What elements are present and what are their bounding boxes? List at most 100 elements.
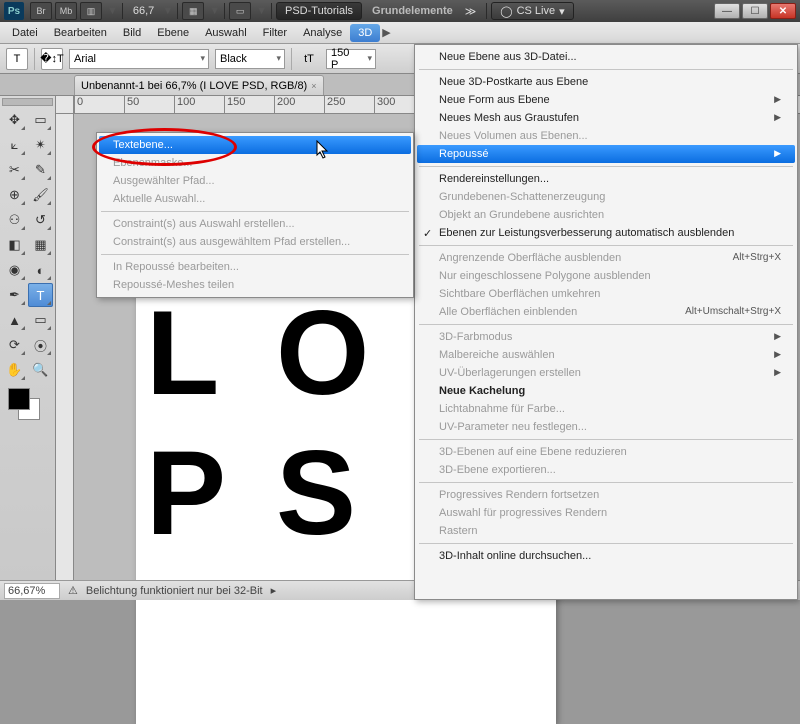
submenu-arrow-icon: ▶ [774,112,781,124]
menu-item[interactable]: Neue 3D-Postkarte aus Ebene [417,73,795,91]
shape-tool[interactable]: ▭ [28,308,53,332]
submenu-item[interactable]: Textebene... [99,136,411,154]
font-family-select[interactable]: Arial [69,49,209,69]
ruler-vertical[interactable] [56,114,74,580]
view-icon[interactable]: ▦ [182,2,204,20]
pen-tool[interactable]: ✒ [2,283,27,307]
submenu-arrow-icon: ▶ [774,331,781,343]
menu-bearbeiten[interactable]: Bearbeiten [46,24,115,42]
window-minimize[interactable]: — [714,3,740,19]
type-tool-icon[interactable]: T [6,48,28,70]
ruler-origin[interactable] [56,96,74,114]
menu-item[interactable]: ✓Ebenen zur Leistungsverbesserung automa… [417,224,795,242]
submenu-item: Constraint(s) aus ausgewähltem Pfad erst… [99,233,411,251]
workspace-label[interactable]: Grundelemente [372,5,453,17]
gradient-tool[interactable]: ▦ [28,233,53,257]
arrange-icon[interactable]: ▭ [229,2,251,20]
menu-bild[interactable]: Bild [115,24,149,42]
foreground-color[interactable] [8,388,30,410]
menu-item: Malbereiche auswählen▶ [417,346,795,364]
submenu-arrow-icon: ▶ [774,148,781,160]
menu-overflow-icon[interactable]: ▶ [382,26,390,39]
menu-item: Nur eingeschlossene Polygone ausblenden [417,267,795,285]
cs-live-button[interactable]: ◯CS Live▾ [491,2,573,20]
menu-item: Grundebenen-Schattenerzeugung [417,188,795,206]
toolbox-grip[interactable] [2,98,53,106]
menu-item[interactable]: Repoussé▶ [417,145,795,163]
more-icon[interactable]: ≫ [465,5,477,18]
menu-analyse[interactable]: Analyse [295,24,350,42]
menu-item: Objekt an Grundebene ausrichten [417,206,795,224]
healing-tool[interactable]: ⊕ [2,183,27,207]
chevron-down-icon[interactable]: ▼ [162,5,173,17]
submenu-item: Ebenenmaske... [99,154,411,172]
status-zoom[interactable]: 66,67% [4,583,60,599]
font-size-field[interactable]: 150 P [326,49,376,69]
workspace-button[interactable]: PSD-Tutorials [276,2,362,20]
dodge-tool[interactable]: ◐ [28,258,53,282]
orientation-icon[interactable]: �↕T [41,48,63,70]
eraser-tool[interactable]: ◧ [2,233,27,257]
menu-item: Neues Volumen aus Ebenen... [417,127,795,145]
title-zoom[interactable]: 66,7 [133,5,154,17]
move-tool[interactable]: ✥ [2,108,27,132]
repousse-submenu: Textebene...Ebenenmaske...Ausgewählter P… [96,132,414,298]
canvas-letter: O [276,284,369,422]
font-weight-select[interactable]: Black [215,49,285,69]
menu-bar: Datei Bearbeiten Bild Ebene Auswahl Filt… [0,22,800,44]
menu-item: UV-Überlagerungen erstellen▶ [417,364,795,382]
warning-icon: ⚠ [68,584,78,597]
hand-tool[interactable]: ✋ [2,358,27,382]
blur-tool[interactable]: ◉ [2,258,27,282]
menu-item: Alle Oberflächen einblendenAlt+Umschalt+… [417,303,795,321]
marquee-tool[interactable]: ▭ [28,108,53,132]
chevron-down-icon[interactable]: ▼ [256,5,267,17]
zoom-tool[interactable]: 🔍 [28,358,53,382]
3d-tool[interactable]: ⟳ [2,333,27,357]
screen-mode-icon[interactable]: ▥ [80,2,102,20]
menu-item: 3D-Ebenen auf eine Ebene reduzieren [417,443,795,461]
color-swatches[interactable] [2,386,53,426]
eyedropper-tool[interactable]: ✎ [28,158,53,182]
menu-3d[interactable]: 3D [350,24,380,42]
title-bar: Ps Br Mb ▥ ▼ 66,7 ▼ ▦ ▼ ▭ ▼ PSD-Tutorial… [0,0,800,22]
history-brush-tool[interactable]: ↺ [28,208,53,232]
3d-camera-tool[interactable]: ⦿ [28,333,53,357]
toolbox: ✥ ▭ ⟀ ✴ ✂ ✎ ⊕ 🖌 ⚇ ↺ ◧ ▦ ◉ ◐ ✒ T ▲ ▭ ⟳ ⦿ … [0,96,56,580]
close-tab-icon[interactable]: × [311,81,316,91]
submenu-arrow-icon: ▶ [774,94,781,106]
chevron-down-icon[interactable]: ▼ [209,5,220,17]
menu-item[interactable]: Rendereinstellungen... [417,170,795,188]
menu-datei[interactable]: Datei [4,24,46,42]
menu-item[interactable]: Neue Form aus Ebene▶ [417,91,795,109]
menu-3d-dropdown: Neue Ebene aus 3D-Datei... Neue 3D-Postka… [414,44,798,600]
menu-item[interactable]: Neue Kachelung [417,382,795,400]
menu-item[interactable]: Neue Ebene aus 3D-Datei... [417,48,795,66]
menu-ebene[interactable]: Ebene [149,24,197,42]
font-size-icon: tT [298,48,320,70]
bridge-icon[interactable]: Br [30,2,52,20]
window-close[interactable]: ✕ [770,3,796,19]
minibridge-icon[interactable]: Mb [55,2,77,20]
submenu-item: Aktuelle Auswahl... [99,190,411,208]
app-logo: Ps [4,2,24,20]
lasso-tool[interactable]: ⟀ [2,133,27,157]
menu-auswahl[interactable]: Auswahl [197,24,255,42]
magic-wand-tool[interactable]: ✴ [28,133,53,157]
submenu-arrow-icon: ▶ [774,349,781,361]
menu-item: Angrenzende Oberfläche ausblendenAlt+Str… [417,249,795,267]
stamp-tool[interactable]: ⚇ [2,208,27,232]
chevron-down-icon[interactable]: ▼ [107,5,118,17]
menu-filter[interactable]: Filter [255,24,295,42]
type-tool[interactable]: T [28,283,53,307]
menu-item: Auswahl für progressives Rendern [417,504,795,522]
status-arrow-icon[interactable]: ▸ [271,584,277,597]
path-select-tool[interactable]: ▲ [2,308,27,332]
submenu-item: Ausgewählter Pfad... [99,172,411,190]
menu-item[interactable]: Neues Mesh aus Graustufen▶ [417,109,795,127]
crop-tool[interactable]: ✂ [2,158,27,182]
window-maximize[interactable]: ☐ [742,3,768,19]
menu-item[interactable]: 3D-Inhalt online durchsuchen... [417,547,795,565]
document-tab[interactable]: Unbenannt-1 bei 66,7% (I LOVE PSD, RGB/8… [74,75,324,95]
brush-tool[interactable]: 🖌 [28,183,53,207]
